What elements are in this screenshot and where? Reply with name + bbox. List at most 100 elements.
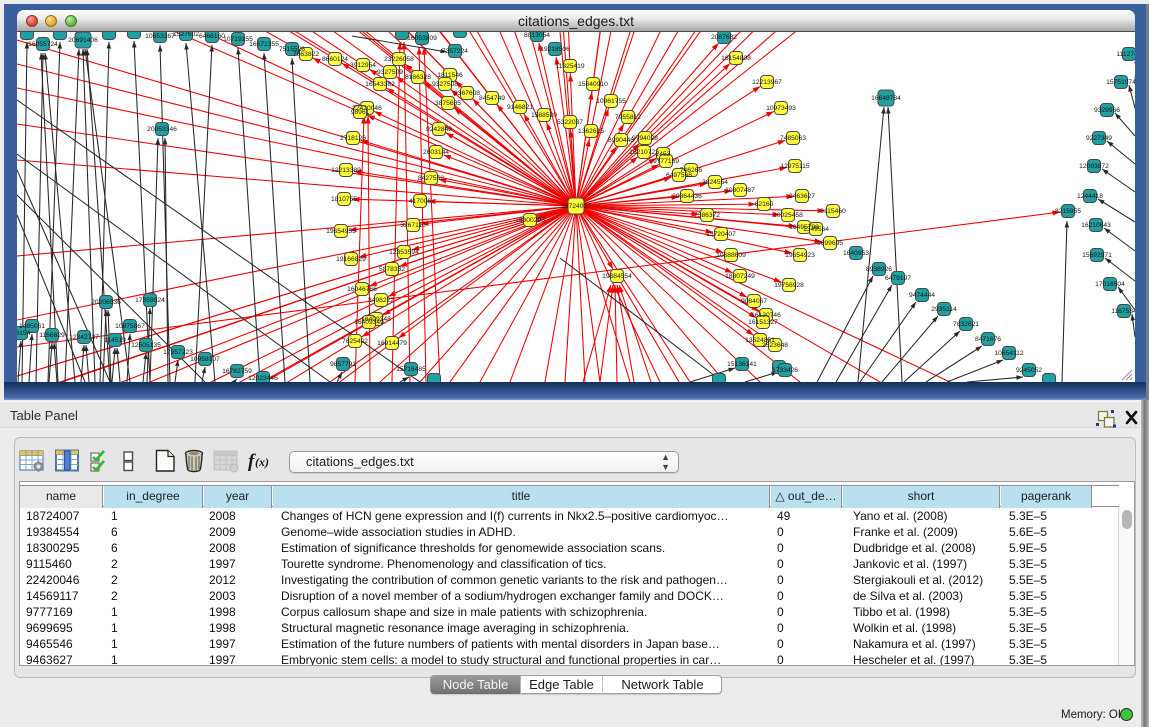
svg-text:16409349: 16409349 [354,319,384,326]
svg-text:12342737: 12342737 [69,334,99,341]
svg-text:1362615: 1362615 [578,128,604,135]
svg-text:8990448: 8990448 [608,137,634,144]
svg-text:16914479: 16914479 [377,340,407,347]
svg-text:3912954: 3912954 [350,62,376,69]
svg-text:20053346: 20053346 [147,126,177,133]
svg-text:7386372: 7386372 [694,212,720,219]
svg-text:10688609: 10688609 [716,252,746,259]
svg-text:12023446: 12023446 [248,375,278,382]
svg-text:16053809: 16053809 [407,35,437,42]
svg-text:3267110: 3267110 [400,222,426,229]
svg-text:18724007: 18724007 [561,203,591,210]
svg-text:19654923: 19654923 [785,252,815,259]
svg-text:15640910: 15640910 [578,81,608,88]
svg-text:6497568: 6497568 [666,172,692,179]
svg-text:8427552: 8427552 [418,175,444,182]
svg-text:19384554: 19384554 [602,273,632,280]
svg-text:7625402: 7625402 [342,338,368,345]
svg-text:7955812: 7955812 [615,114,641,121]
svg-text:16154808: 16154808 [721,55,751,62]
svg-text:1810755: 1810755 [331,196,357,203]
svg-text:2523648: 2523648 [762,342,788,349]
svg-text:9327508: 9327508 [432,81,458,88]
svg-text:9474444: 9474444 [909,292,935,299]
svg-text:6466160: 6466160 [199,33,225,40]
svg-text:10807487: 10807487 [725,187,755,194]
svg-text:16151327: 16151327 [748,319,778,326]
svg-text:1349564: 1349564 [803,226,829,233]
svg-text:12505135: 12505135 [131,342,161,349]
svg-text:12213389: 12213389 [331,167,361,174]
svg-text:1156829: 1156829 [39,332,65,339]
svg-text:9794028: 9794028 [632,135,658,142]
svg-text:16055724: 16055724 [28,41,58,48]
svg-text:8186328: 8186328 [405,74,431,81]
svg-text:98961: 98961 [351,109,370,116]
svg-text:23226058: 23226058 [384,56,414,63]
svg-text:9146821: 9146821 [507,104,533,111]
svg-text:6479197: 6479197 [885,275,911,282]
svg-text:16782759: 16782759 [222,368,252,375]
svg-text:9699695: 9699695 [817,240,843,247]
svg-text:8938926: 8938926 [866,266,892,273]
svg-text:2087682: 2087682 [711,34,737,41]
svg-text:19756928: 19756928 [774,282,804,289]
svg-text:12093872: 12093872 [1079,163,1109,170]
svg-text:3824554: 3824554 [702,179,728,186]
svg-text:8660124: 8660124 [322,56,348,63]
svg-text:9245052: 9245052 [1016,367,1042,374]
svg-text:2367608: 2367608 [454,90,480,97]
svg-text:17957223: 17957223 [163,349,193,356]
svg-text:9463627: 9463627 [789,193,815,200]
svg-text:1112744: 1112744 [1116,51,1135,58]
svg-text:5878332: 5878332 [379,266,405,273]
svg-text:3498222: 3498222 [368,297,394,304]
svg-text:16543382: 16543382 [365,81,395,88]
svg-text:20691406: 20691406 [68,37,98,44]
svg-text:(x): (x) [255,455,269,469]
svg-text:15716485: 15716485 [396,366,426,373]
svg-text:16046766: 16046766 [347,286,377,293]
svg-text:16210643: 16210643 [1081,222,1111,229]
svg-text:11325419: 11325419 [555,63,585,70]
svg-text:5322037: 5322037 [557,119,583,126]
svg-text:10653267: 10653267 [145,33,175,40]
svg-text:1167534: 1167534 [1111,308,1135,315]
svg-text:17016504: 17016504 [1095,281,1125,288]
svg-text:8471676: 8471676 [975,336,1001,343]
svg-text:2453: 2453 [656,151,671,158]
svg-text:1811546: 1811546 [437,72,463,79]
svg-text:12975115: 12975115 [780,163,810,170]
svg-text:1733426: 1733426 [772,367,798,374]
svg-text:10961755: 10961755 [596,98,626,105]
svg-text:9084067: 9084067 [741,298,767,305]
svg-text:10973493: 10973493 [766,105,796,112]
svg-text:9329966: 9329966 [1094,107,1120,114]
svg-text:12353594: 12353594 [389,249,419,256]
svg-text:19654955: 19654955 [326,228,356,235]
svg-text:1527602: 1527602 [173,32,199,38]
svg-text:2603144: 2603144 [423,149,449,156]
svg-text:15751074: 15751074 [1106,79,1135,86]
svg-text:16120746: 16120746 [751,312,781,319]
svg-text:2935114: 2935114 [931,306,957,313]
svg-text:18807249: 18807249 [725,273,755,280]
svg-text:9857791: 9857791 [330,361,356,368]
svg-text:3875685: 3875685 [435,100,461,107]
svg-text:10975867: 10975867 [115,323,145,330]
svg-text:9327509: 9327509 [377,69,403,76]
svg-text:20206536: 20206536 [91,299,121,306]
svg-text:39154: 39154 [17,330,31,337]
svg-text:62160: 62160 [755,201,774,208]
svg-text:9227349: 9227349 [1086,135,1112,142]
svg-text:10958107: 10958107 [190,356,220,363]
svg-text:18300295: 18300295 [515,217,545,224]
svg-text:1640953: 1640953 [843,250,869,257]
svg-text:15720407: 15720407 [706,231,736,238]
svg-text:15692971: 15692971 [1082,252,1112,259]
svg-text:9115460: 9115460 [820,208,846,215]
svg-text:417006: 417006 [409,198,432,205]
svg-text:19218506: 19218506 [540,46,570,53]
svg-text:8215955: 8215955 [1055,208,1081,215]
svg-text:10654112: 10654112 [994,350,1024,357]
